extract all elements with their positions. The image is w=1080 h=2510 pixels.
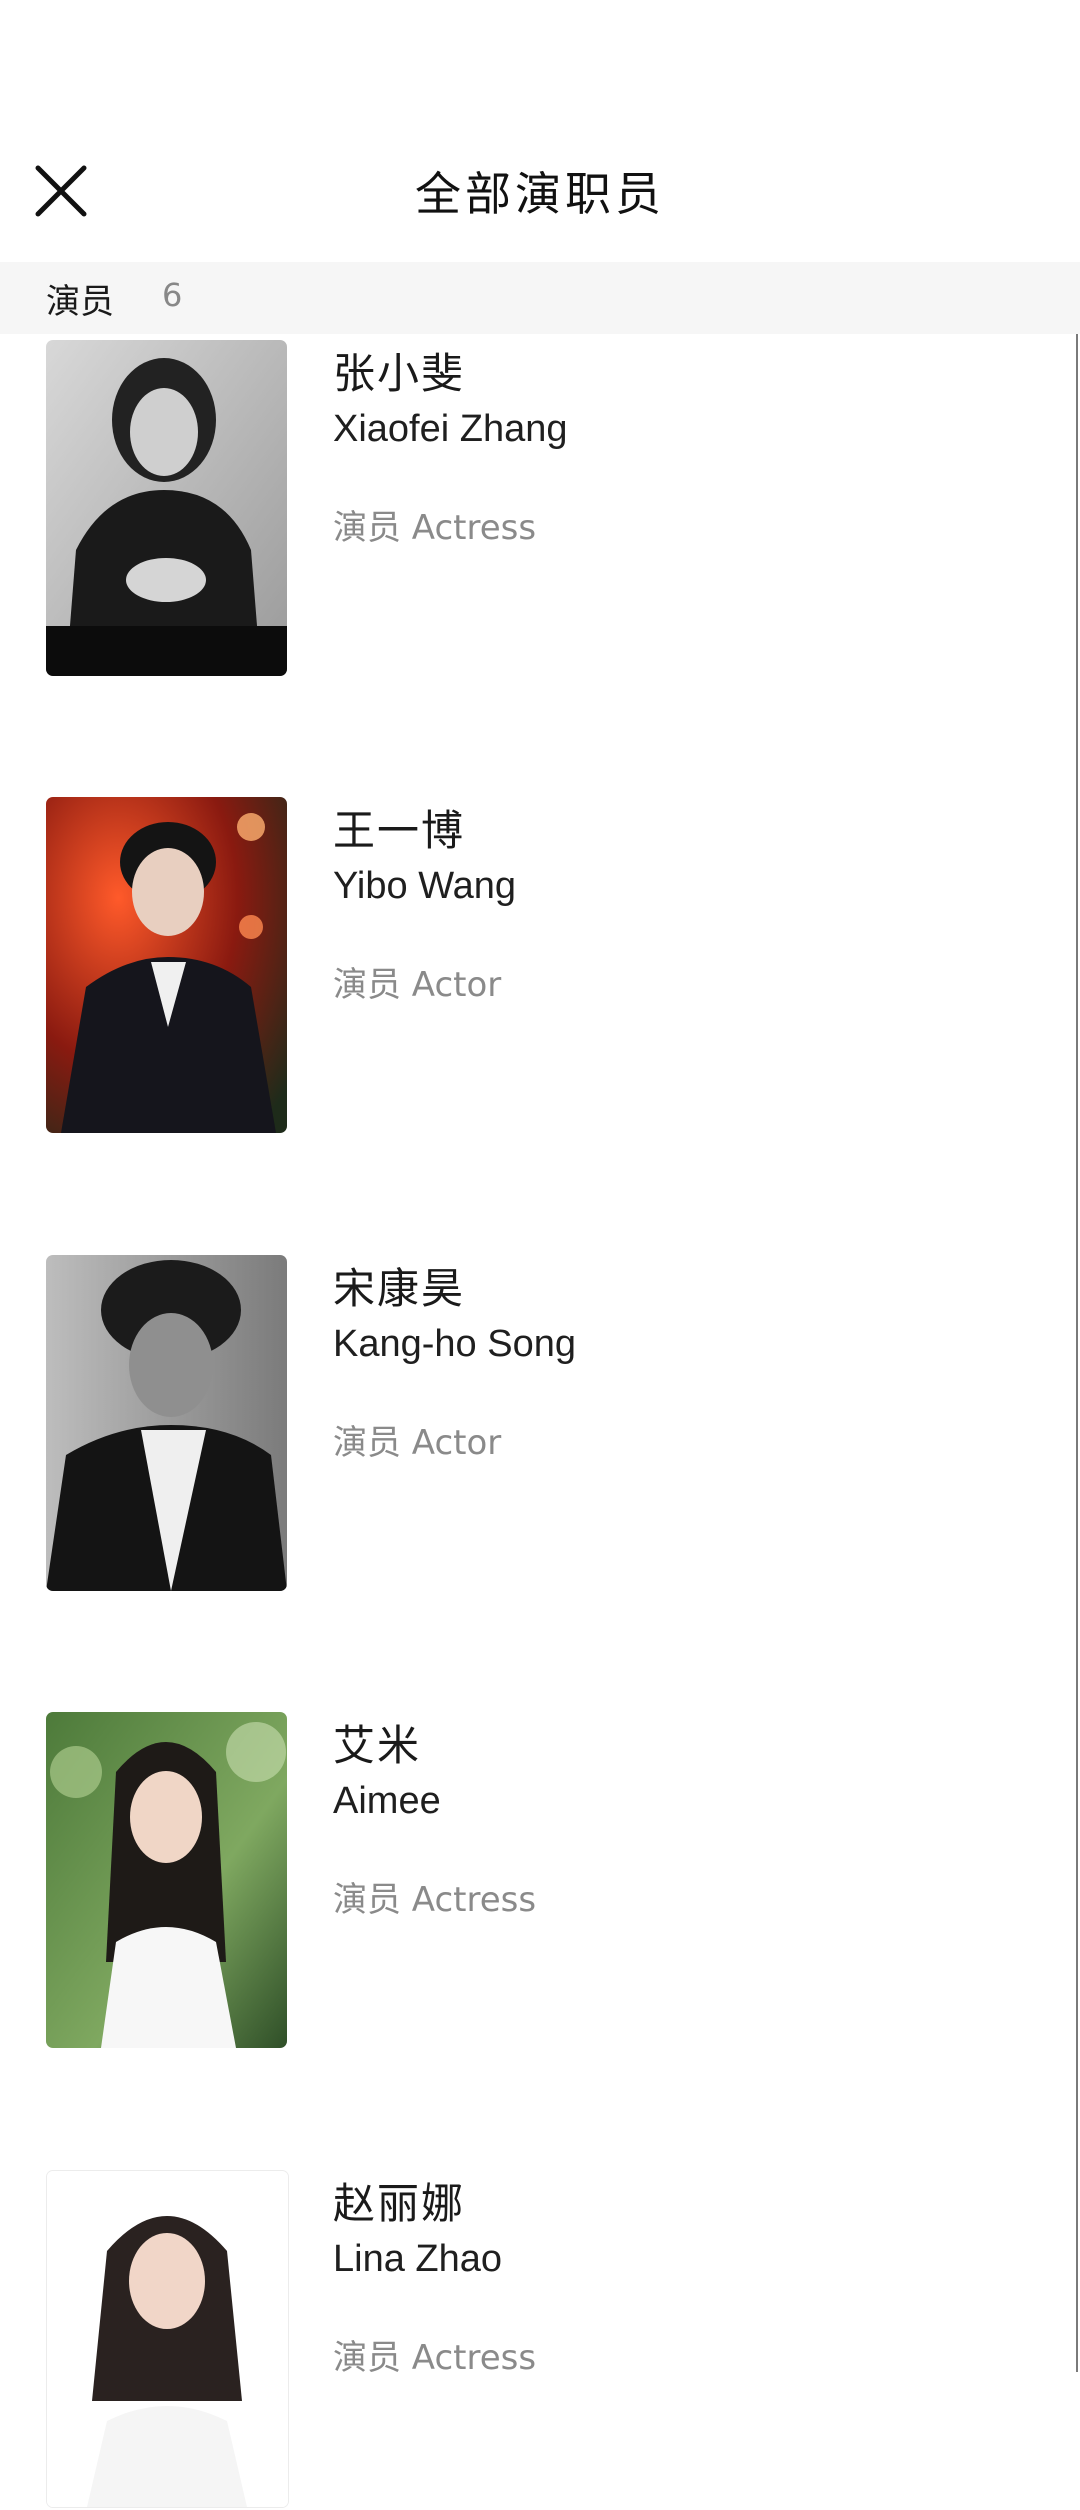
actor-name-cn: 赵丽娜 <box>333 2179 466 2228</box>
actor-photo <box>46 340 287 676</box>
actor-name-en: Yibo Wang <box>333 865 517 907</box>
actor-role: 演员 Actor <box>333 1423 502 1463</box>
actor-role: 演员 Actress <box>333 508 537 548</box>
actor-name-cn: 宋康昊 <box>333 1264 466 1313</box>
actor-photo <box>46 797 287 1133</box>
cast-item[interactable]: 赵丽娜 Lina Zhao 演员 Actress <box>0 2170 1060 2510</box>
actor-name-cn: 王一博 <box>333 806 466 855</box>
actor-role: 演员 Actress <box>333 1880 537 1920</box>
actor-name-en: Xiaofei Zhang <box>333 408 568 450</box>
cast-item[interactable]: 艾米 Aimee 演员 Actress <box>0 1712 1060 2052</box>
actor-photo <box>46 1712 287 2048</box>
actor-name-en: Aimee <box>333 1780 441 1822</box>
actor-photo <box>46 2170 289 2508</box>
cast-item[interactable]: 王一博 Yibo Wang 演员 Actor <box>0 797 1060 1137</box>
actor-name-cn: 艾米 <box>333 1721 422 1770</box>
section-label: 演员 <box>46 282 114 322</box>
scrollbar[interactable] <box>1076 334 1078 2372</box>
section-count: 6 <box>162 276 183 314</box>
cast-list: 张小斐 Xiaofei Zhang 演员 Actress 王一博 Yibo Wa… <box>0 0 1080 2508</box>
actor-name-en: Kang-ho Song <box>333 1323 576 1365</box>
actor-name-en: Lina Zhao <box>333 2238 503 2280</box>
actor-photo <box>46 1255 287 1591</box>
actor-role: 演员 Actor <box>333 965 502 1005</box>
cast-item[interactable]: 张小斐 Xiaofei Zhang 演员 Actress <box>0 340 1060 680</box>
actor-name-cn: 张小斐 <box>333 349 466 398</box>
section-header: 演员 6 <box>0 262 1080 334</box>
cast-item[interactable]: 宋康昊 Kang-ho Song 演员 Actor <box>0 1255 1060 1595</box>
